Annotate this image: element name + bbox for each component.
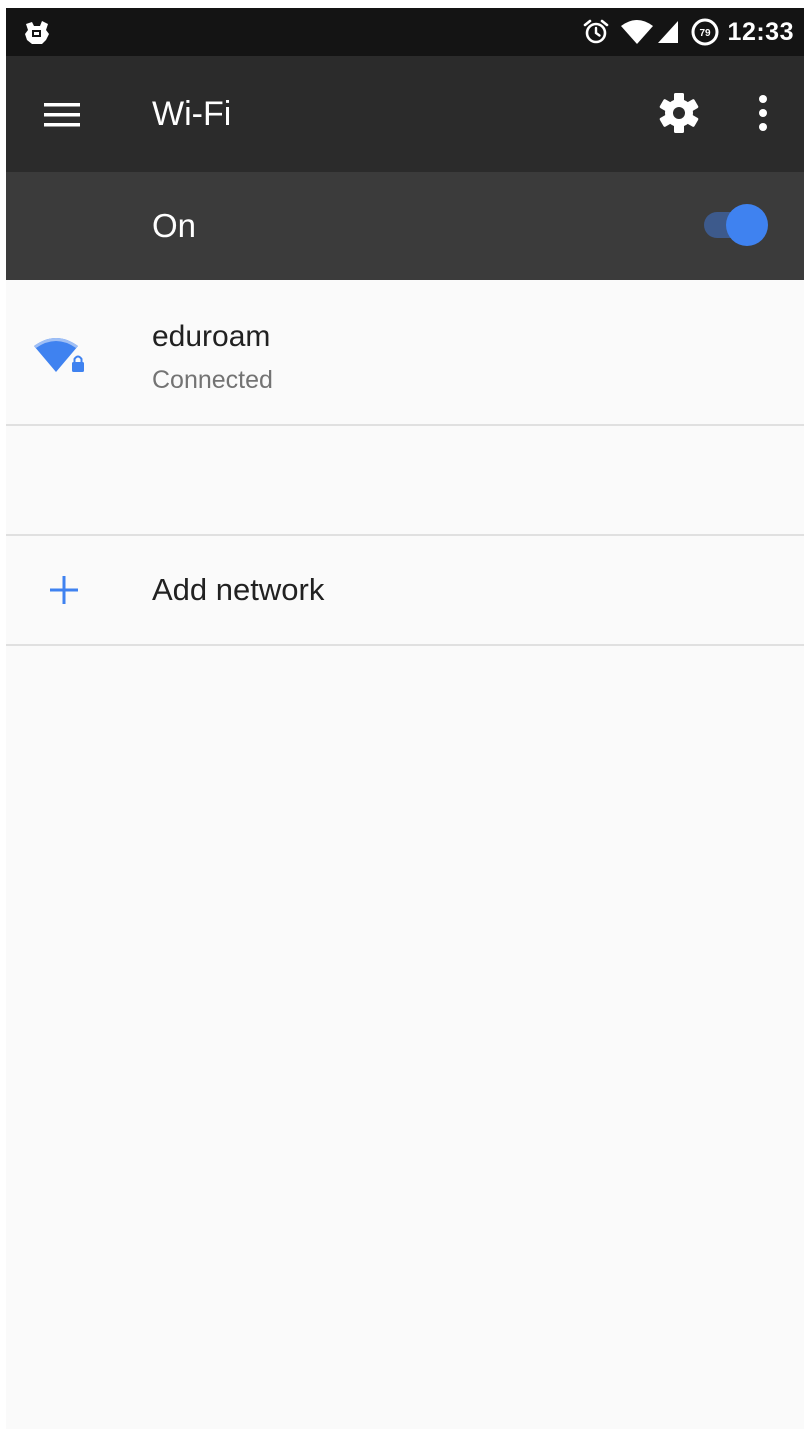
app-toolbar: Wi-Fi <box>6 56 804 172</box>
page-title: Wi-Fi <box>152 95 232 133</box>
plus-icon <box>48 574 80 606</box>
wifi-switch-bar[interactable]: On <box>6 172 804 280</box>
add-network-item[interactable]: Add network <box>6 536 804 646</box>
battery-icon: 79 <box>690 17 720 47</box>
status-icons: 79 12:33 <box>582 8 794 56</box>
wifi-signal-icon <box>620 18 654 46</box>
gear-icon[interactable] <box>656 90 702 136</box>
alarm-icon <box>582 18 610 46</box>
network-name: eduroam <box>152 320 271 353</box>
more-vertical-icon[interactable] <box>748 92 778 134</box>
wifi-settings-screen: 79 12:33 Wi-Fi On eduroam Connected Add … <box>6 8 804 1429</box>
notification-app-icon <box>22 18 52 48</box>
empty-list-row <box>6 426 804 536</box>
status-bar: 79 12:33 <box>6 8 804 56</box>
wifi-switch-label: On <box>152 207 197 244</box>
wifi-locked-icon <box>32 334 86 378</box>
svg-text:79: 79 <box>699 28 711 39</box>
network-status: Connected <box>152 366 273 394</box>
wifi-toggle-switch[interactable] <box>700 204 772 246</box>
network-list-item[interactable]: eduroam Connected <box>6 280 804 426</box>
add-network-label: Add network <box>152 572 325 607</box>
status-time: 12:33 <box>727 17 794 46</box>
toggle-thumb <box>726 204 768 246</box>
cell-signal-icon <box>656 19 680 45</box>
hamburger-menu-icon[interactable] <box>42 100 82 130</box>
